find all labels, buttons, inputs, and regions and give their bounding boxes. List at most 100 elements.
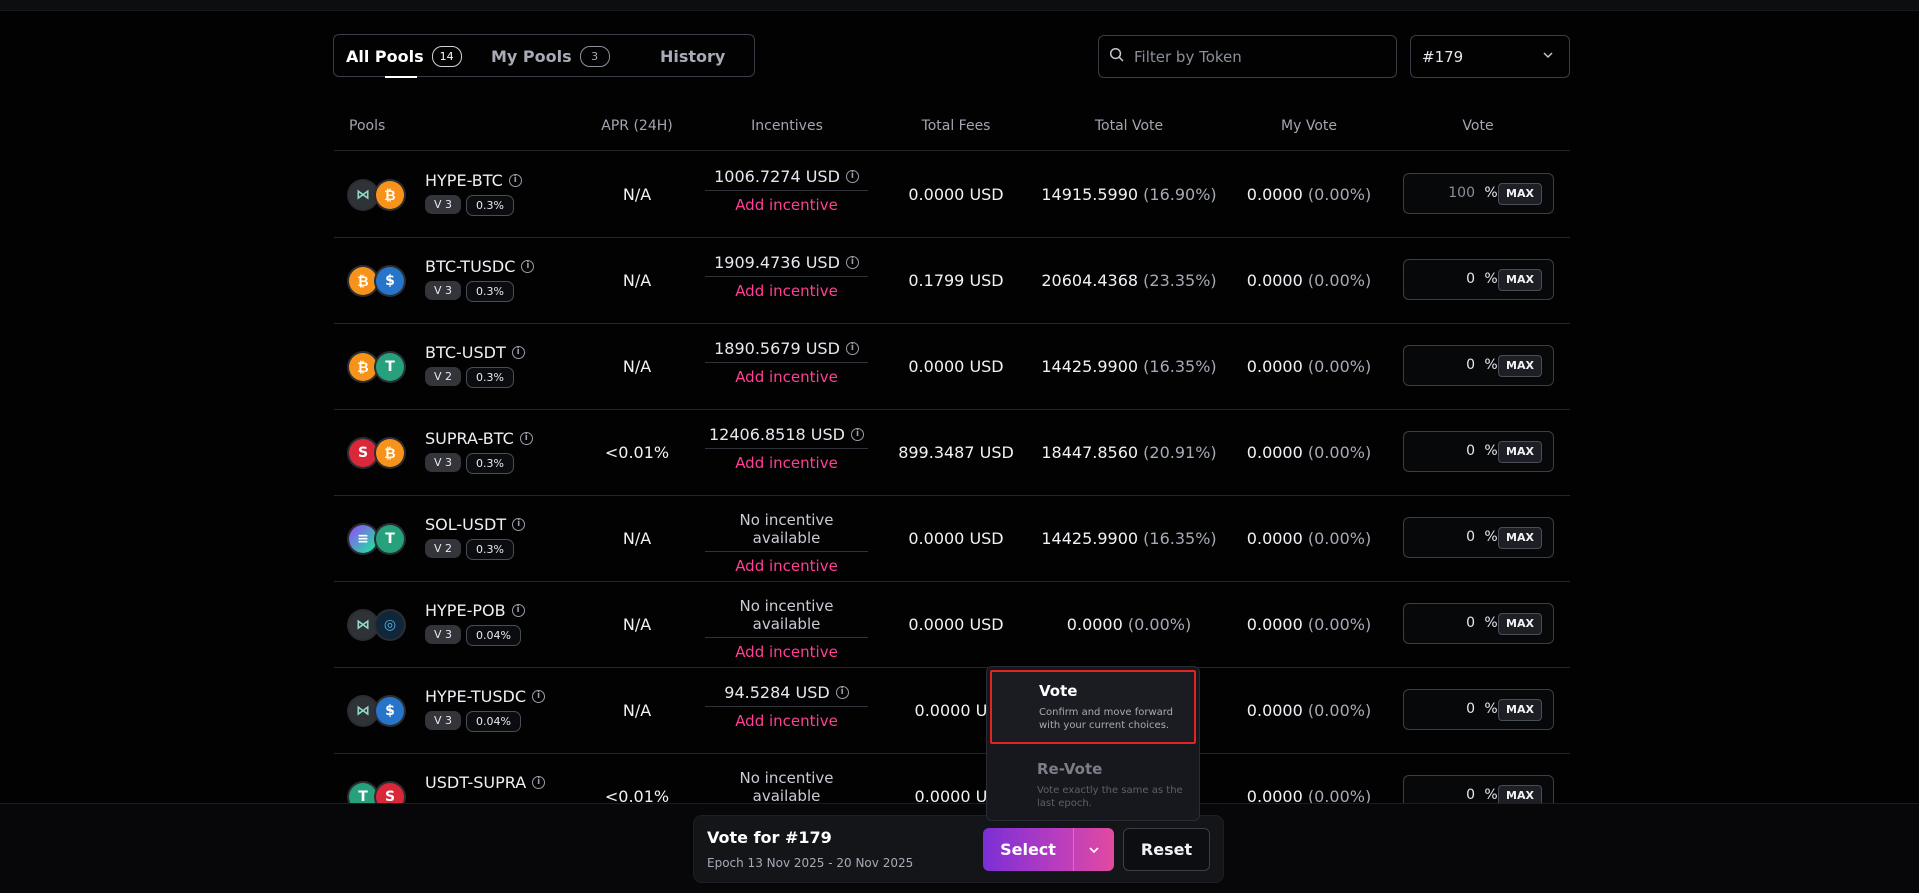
- pool-badges: V 3 0.3%: [425, 281, 514, 302]
- incentives-cell: 1006.7274 USD i Add incentive: [705, 167, 868, 214]
- vote-percent-input[interactable]: [1409, 184, 1477, 202]
- tab-my-pools[interactable]: My Pools 3: [491, 35, 610, 78]
- tab-my-pools-label: My Pools: [491, 47, 572, 66]
- pool-name[interactable]: USDT-SUPRA i: [425, 773, 546, 792]
- pool-name[interactable]: HYPE-TUSDC i: [425, 687, 545, 706]
- info-icon[interactable]: i: [511, 346, 525, 359]
- pob-token-icon: ◎: [376, 611, 404, 639]
- max-button[interactable]: MAX: [1498, 355, 1542, 377]
- max-button[interactable]: MAX: [1498, 527, 1542, 549]
- my-vote-value: 0.0000 (0.00%): [1247, 581, 1371, 667]
- add-incentive-link[interactable]: Add incentive: [705, 643, 868, 661]
- table-row: ⋈ $ HYPE-TUSDC i V 3 0.04% N/A 94.5284 US…: [334, 667, 1570, 754]
- incentive-value: 1909.4736 USD i: [705, 253, 868, 272]
- pool-name[interactable]: BTC-TUSDC i: [425, 257, 535, 276]
- info-icon[interactable]: i: [835, 686, 849, 699]
- vote-percent-input[interactable]: [1409, 270, 1477, 288]
- menu-item-vote[interactable]: Vote Confirm and move forward with your …: [990, 670, 1196, 744]
- max-button[interactable]: MAX: [1498, 699, 1542, 721]
- pool-badges: V 3 0.04%: [425, 625, 521, 646]
- tab-history[interactable]: History: [660, 35, 725, 78]
- total-vote-value: 0.0000 (0.00%): [1067, 581, 1191, 667]
- incentive-amount: 94.5284 USD: [724, 683, 830, 702]
- info-icon[interactable]: i: [511, 604, 525, 617]
- vote-percent-input[interactable]: [1409, 614, 1477, 632]
- info-icon[interactable]: i: [845, 256, 859, 269]
- max-button[interactable]: MAX: [1498, 613, 1542, 635]
- table-row: ⋈ ₿ HYPE-BTC i V 3 0.3% N/A 1006.7274 USD…: [334, 151, 1570, 238]
- incentives-cell: 94.5284 USD i Add incentive: [705, 683, 868, 730]
- add-incentive-link[interactable]: Add incentive: [705, 282, 868, 300]
- table-header: Pools APR (24H) Incentives Total Fees To…: [334, 112, 1570, 151]
- incentive-amount: No incentive available: [739, 511, 834, 547]
- epoch-select[interactable]: #179: [1410, 35, 1570, 78]
- hype-token-icon: ⋈: [349, 697, 377, 725]
- vote-percent-input[interactable]: [1409, 356, 1477, 374]
- info-icon[interactable]: i: [519, 432, 533, 445]
- pool-name[interactable]: SUPRA-BTC i: [425, 429, 533, 448]
- info-icon[interactable]: i: [845, 342, 859, 355]
- my-vote-percent: (0.00%): [1307, 184, 1372, 204]
- total-fees-value: 0.0000 USD: [908, 184, 1004, 204]
- add-incentive-link[interactable]: Add incentive: [705, 712, 868, 730]
- reset-button[interactable]: Reset: [1123, 828, 1210, 871]
- top-bar: [0, 0, 1919, 11]
- fee-badge: 0.3%: [466, 367, 514, 388]
- my-vote-value: 0.0000 (0.00%): [1247, 667, 1371, 753]
- vote-percent-input[interactable]: [1409, 528, 1477, 546]
- info-icon[interactable]: i: [508, 174, 522, 187]
- vote-panel: Vote for #179 Epoch 13 Nov 2025 - 20 Nov…: [694, 816, 1223, 882]
- vote-percent-input[interactable]: [1409, 442, 1477, 460]
- btc-token-icon: ₿: [376, 439, 404, 467]
- pool-name-text: HYPE-POB: [425, 601, 506, 620]
- info-icon[interactable]: i: [845, 170, 859, 183]
- info-icon[interactable]: i: [532, 690, 545, 703]
- add-incentive-link[interactable]: Add incentive: [705, 454, 868, 472]
- divider: [705, 448, 868, 449]
- total-fees-value: 899.3487 USD: [898, 442, 1014, 462]
- col-my-vote[interactable]: My Vote: [1281, 118, 1337, 134]
- vote-percent-input[interactable]: [1409, 786, 1477, 803]
- info-icon[interactable]: i: [850, 428, 864, 441]
- vote-percent-input[interactable]: [1409, 700, 1477, 718]
- tab-all-pools[interactable]: All Pools 14: [346, 35, 462, 78]
- incentive-value: 1006.7274 USD i: [705, 167, 868, 186]
- pool-badges: V 2 0.3%: [425, 367, 514, 388]
- max-button[interactable]: MAX: [1498, 269, 1542, 291]
- info-icon[interactable]: i: [512, 518, 526, 531]
- select-button[interactable]: Select: [983, 828, 1114, 871]
- pool-name[interactable]: BTC-USDT i: [425, 343, 525, 362]
- col-total-fees[interactable]: Total Fees: [922, 118, 991, 134]
- add-incentive-link[interactable]: Add incentive: [705, 368, 868, 386]
- my-vote-value: 0.0000 (0.00%): [1247, 495, 1371, 581]
- pool-name[interactable]: HYPE-BTC i: [425, 171, 522, 190]
- col-vote: Vote: [1462, 118, 1494, 134]
- max-button[interactable]: MAX: [1498, 183, 1542, 205]
- pool-name[interactable]: SOL-USDT i: [425, 515, 526, 534]
- pool-name[interactable]: HYPE-POB i: [425, 601, 525, 620]
- vote-input-group: % MAX: [1403, 517, 1554, 558]
- max-button[interactable]: MAX: [1498, 785, 1542, 803]
- token-pair-icons: T S: [349, 783, 407, 803]
- add-incentive-link[interactable]: Add incentive: [705, 557, 868, 575]
- filter-input[interactable]: [1132, 46, 1376, 67]
- vote-panel-title: Vote for #179: [707, 828, 832, 847]
- info-icon[interactable]: i: [521, 260, 535, 273]
- total-vote-amount: 18447.8560: [1041, 442, 1139, 462]
- chevron-down-icon[interactable]: [1074, 844, 1114, 856]
- col-total-vote[interactable]: Total Vote: [1095, 118, 1163, 134]
- vote-input-group: % MAX: [1403, 173, 1554, 214]
- col-incentives[interactable]: Incentives: [751, 118, 823, 134]
- menu-item-revote[interactable]: Re-Vote Vote exactly the same as the las…: [990, 747, 1196, 821]
- add-incentive-link[interactable]: Add incentive: [705, 196, 868, 214]
- token-pair-icons: ⋈ $: [349, 697, 407, 727]
- col-apr[interactable]: APR (24H): [601, 118, 672, 134]
- table-row: ₿ T BTC-USDT i V 2 0.3% N/A 1890.5679 USD…: [334, 323, 1570, 410]
- total-vote-percent: (0.00%): [1127, 614, 1192, 634]
- pool-badges: V 3 0.04%: [425, 711, 521, 732]
- menu-item-revote-desc: Vote exactly the same as the last epoch.: [1037, 785, 1183, 809]
- version-badge: V 2: [425, 367, 462, 386]
- max-button[interactable]: MAX: [1498, 441, 1542, 463]
- info-icon[interactable]: i: [532, 776, 546, 789]
- filter-by-token: [1098, 35, 1397, 78]
